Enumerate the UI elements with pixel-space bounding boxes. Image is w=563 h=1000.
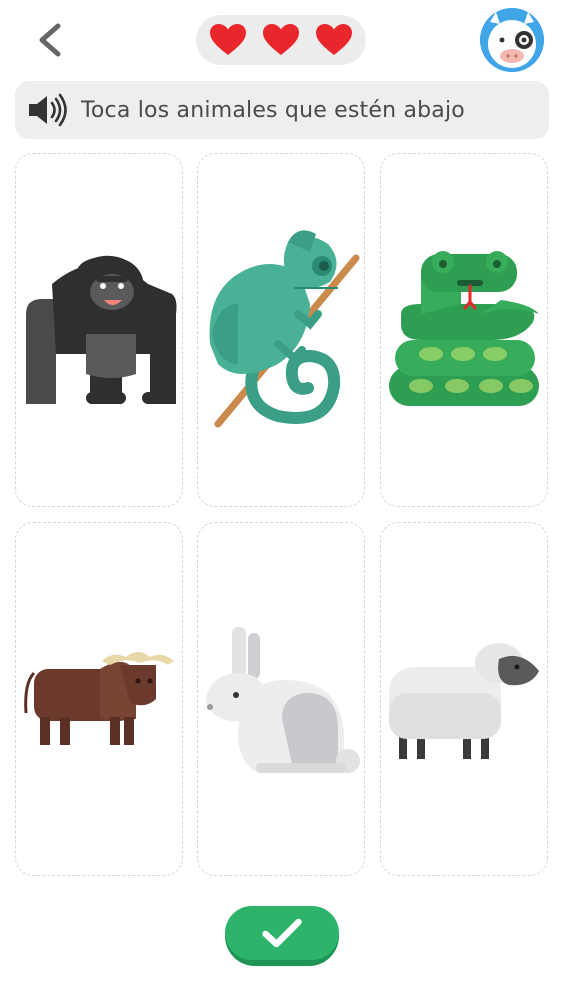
rabbit-icon <box>206 627 360 773</box>
animal-card-chameleon[interactable] <box>197 153 365 507</box>
speaker-icon <box>29 93 67 127</box>
chameleon-icon <box>209 230 360 428</box>
gorilla-icon <box>26 255 177 404</box>
heart-icon <box>315 24 352 55</box>
instruction-text: Toca los animales que estén abajo <box>81 97 465 123</box>
animal-card-rabbit[interactable] <box>197 522 365 876</box>
profile-avatar[interactable] <box>480 8 544 72</box>
animal-card-sheep[interactable] <box>380 522 548 876</box>
heart-icon <box>210 24 247 55</box>
checkmark-icon <box>262 918 302 948</box>
lives-counter <box>196 15 366 65</box>
heart-icon <box>262 24 299 55</box>
snake-icon <box>389 251 539 406</box>
animal-card-snake[interactable] <box>380 153 548 507</box>
instruction-bar[interactable]: Toca los animales que estén abajo <box>15 81 549 139</box>
sheep-icon <box>389 643 539 759</box>
back-button[interactable] <box>28 18 72 62</box>
cow-avatar-icon <box>480 8 544 72</box>
animal-card-gorilla[interactable] <box>15 153 183 507</box>
buffalo-icon <box>24 652 174 745</box>
check-button-face <box>225 906 339 960</box>
chevron-left-icon <box>39 23 61 57</box>
animal-card-buffalo[interactable] <box>15 522 183 876</box>
game-screen: Toca los animales que estén abajo <box>0 0 563 1000</box>
check-answer-button[interactable] <box>225 906 339 966</box>
